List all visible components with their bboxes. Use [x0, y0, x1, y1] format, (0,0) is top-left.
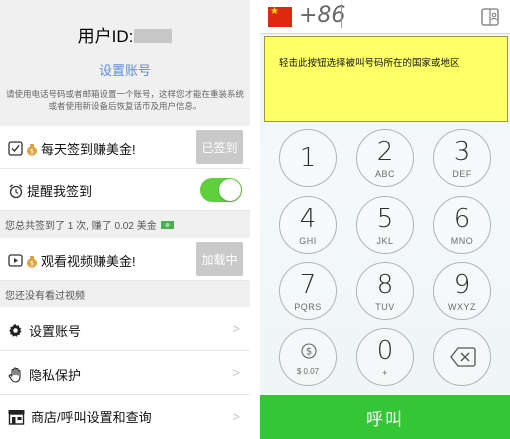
watch-video-label: 观看视频赚美金!	[41, 254, 136, 269]
key-credit[interactable]: $ $ 0.07	[279, 328, 337, 386]
checkin-summary-text: 您总共签到了 1 次, 赚了 0.02 美金	[5, 221, 157, 232]
account-panel: 用户ID: 设置账号 请使用电话号码或者邮箱设置一个账号，这样您才能在重装系统或…	[0, 0, 250, 439]
key-digit: 6	[453, 204, 471, 234]
user-id-redacted	[134, 29, 173, 43]
money-bag-icon: $	[26, 142, 38, 156]
cash-icon	[160, 220, 174, 229]
key-digit: 3	[453, 137, 471, 167]
menu-item-setup-account[interactable]: 设置账号 >	[0, 307, 250, 351]
menu-item-store[interactable]: 商店/呼叫设置和查询 >	[0, 395, 250, 439]
key-letters: PQRS	[294, 302, 322, 312]
key-5[interactable]: 5 JKL	[356, 196, 414, 254]
checkin-summary: 您总共签到了 1 次, 赚了 0.02 美金	[0, 211, 250, 238]
key-digit: 4	[299, 204, 317, 234]
key-8[interactable]: 8 TUV	[356, 262, 414, 320]
key-7[interactable]: 7 PQRS	[279, 262, 337, 320]
menu-item-privacy[interactable]: 隐私保护 >	[0, 351, 250, 395]
key-digit: 0	[376, 336, 394, 366]
key-9[interactable]: 9 WXYZ	[433, 262, 491, 320]
chevron-right-icon: >	[232, 321, 240, 336]
chevron-right-icon: >	[232, 409, 240, 424]
video-summary: 您还没有看过视频	[0, 281, 250, 307]
remind-checkin-label: 提醒我签到	[27, 184, 93, 199]
backspace-icon	[450, 346, 476, 368]
key-1[interactable]: 1	[279, 129, 337, 187]
key-letters: GHI	[299, 236, 317, 246]
user-id-row: 用户ID:	[0, 22, 250, 47]
key-digit: 8	[376, 270, 394, 300]
daily-checkin-row: $ 每天签到赚美金! 已签到	[0, 126, 250, 169]
loading-button[interactable]: 加载中	[196, 242, 243, 276]
video-icon	[8, 254, 23, 267]
key-letters: DEF	[452, 169, 472, 179]
checkin-button[interactable]: 已签到	[196, 130, 243, 164]
remind-toggle[interactable]	[200, 178, 242, 202]
toggle-knob	[219, 179, 241, 201]
key-digit: 9	[453, 270, 471, 300]
text-cursor	[341, 4, 342, 28]
key-4[interactable]: 4 GHI	[279, 196, 337, 254]
key-letters: ABC	[374, 169, 395, 179]
dialer-top-bar: ★ +86	[260, 0, 510, 34]
checkbox-icon	[8, 141, 23, 156]
user-header: 用户ID: 设置账号 请使用电话号码或者邮箱设置一个账号，这样您才能在重装系统或…	[0, 0, 250, 126]
menu-label: 设置账号	[29, 324, 82, 339]
svg-text:$: $	[30, 147, 34, 155]
video-summary-text: 您还没有看过视频	[5, 290, 85, 302]
setup-account-link[interactable]: 设置账号	[0, 60, 250, 79]
account-hint: 请使用电话号码或者邮箱设置一个账号，这样您才能在重装系统或者使用新设备后恢复话币…	[6, 89, 245, 111]
key-digit: 1	[299, 143, 317, 173]
key-letters: +	[382, 368, 388, 378]
key-6[interactable]: 6 MNO	[433, 196, 491, 254]
menu-label: 商店/呼叫设置和查询	[31, 410, 152, 425]
flag-star-icon: ★	[270, 6, 279, 17]
gear-icon	[8, 323, 23, 338]
dollar-coin-icon: $	[301, 343, 317, 359]
tooltip-text: 轻击此按钮选择被叫号码所在的国家或地区	[279, 58, 460, 69]
alarm-clock-icon	[8, 183, 24, 199]
china-flag-icon[interactable]: ★	[268, 7, 292, 27]
country-tooltip: 轻击此按钮选择被叫号码所在的国家或地区	[264, 36, 508, 122]
key-backspace[interactable]	[433, 328, 491, 386]
chevron-right-icon: >	[232, 365, 240, 380]
key-digit: 2	[376, 137, 394, 167]
key-letters: TUV	[375, 302, 395, 312]
watch-video-row: $ 观看视频赚美金! 加载中	[0, 238, 250, 281]
contacts-icon[interactable]	[480, 7, 500, 27]
country-code[interactable]: +86	[299, 3, 345, 28]
key-letters: MNO	[450, 236, 474, 246]
svg-text:$: $	[30, 259, 34, 267]
key-digit: 5	[376, 204, 394, 234]
key-2[interactable]: 2 ABC	[356, 129, 414, 187]
key-digit: 7	[299, 270, 317, 300]
credit-balance: $ 0.07	[296, 367, 320, 376]
key-letters: JKL	[376, 236, 394, 246]
store-icon	[8, 409, 25, 425]
hand-icon	[8, 366, 23, 383]
key-3[interactable]: 3 DEF	[433, 129, 491, 187]
key-letters: WXYZ	[448, 302, 476, 312]
money-bag-icon: $	[26, 254, 38, 268]
call-button[interactable]: 呼叫	[260, 395, 510, 439]
dialer-panel: ★ +86 轻击此按钮选择被叫号码所在的国家或地区 1 2 ABC 3 DEF …	[260, 0, 510, 439]
remind-checkin-row: 提醒我签到	[0, 169, 250, 211]
key-0[interactable]: 0 +	[356, 328, 414, 386]
menu-label: 隐私保护	[29, 368, 82, 383]
user-id-label: 用户ID:	[77, 27, 134, 46]
svg-text:$: $	[306, 347, 312, 358]
daily-checkin-label: 每天签到赚美金!	[41, 142, 136, 157]
